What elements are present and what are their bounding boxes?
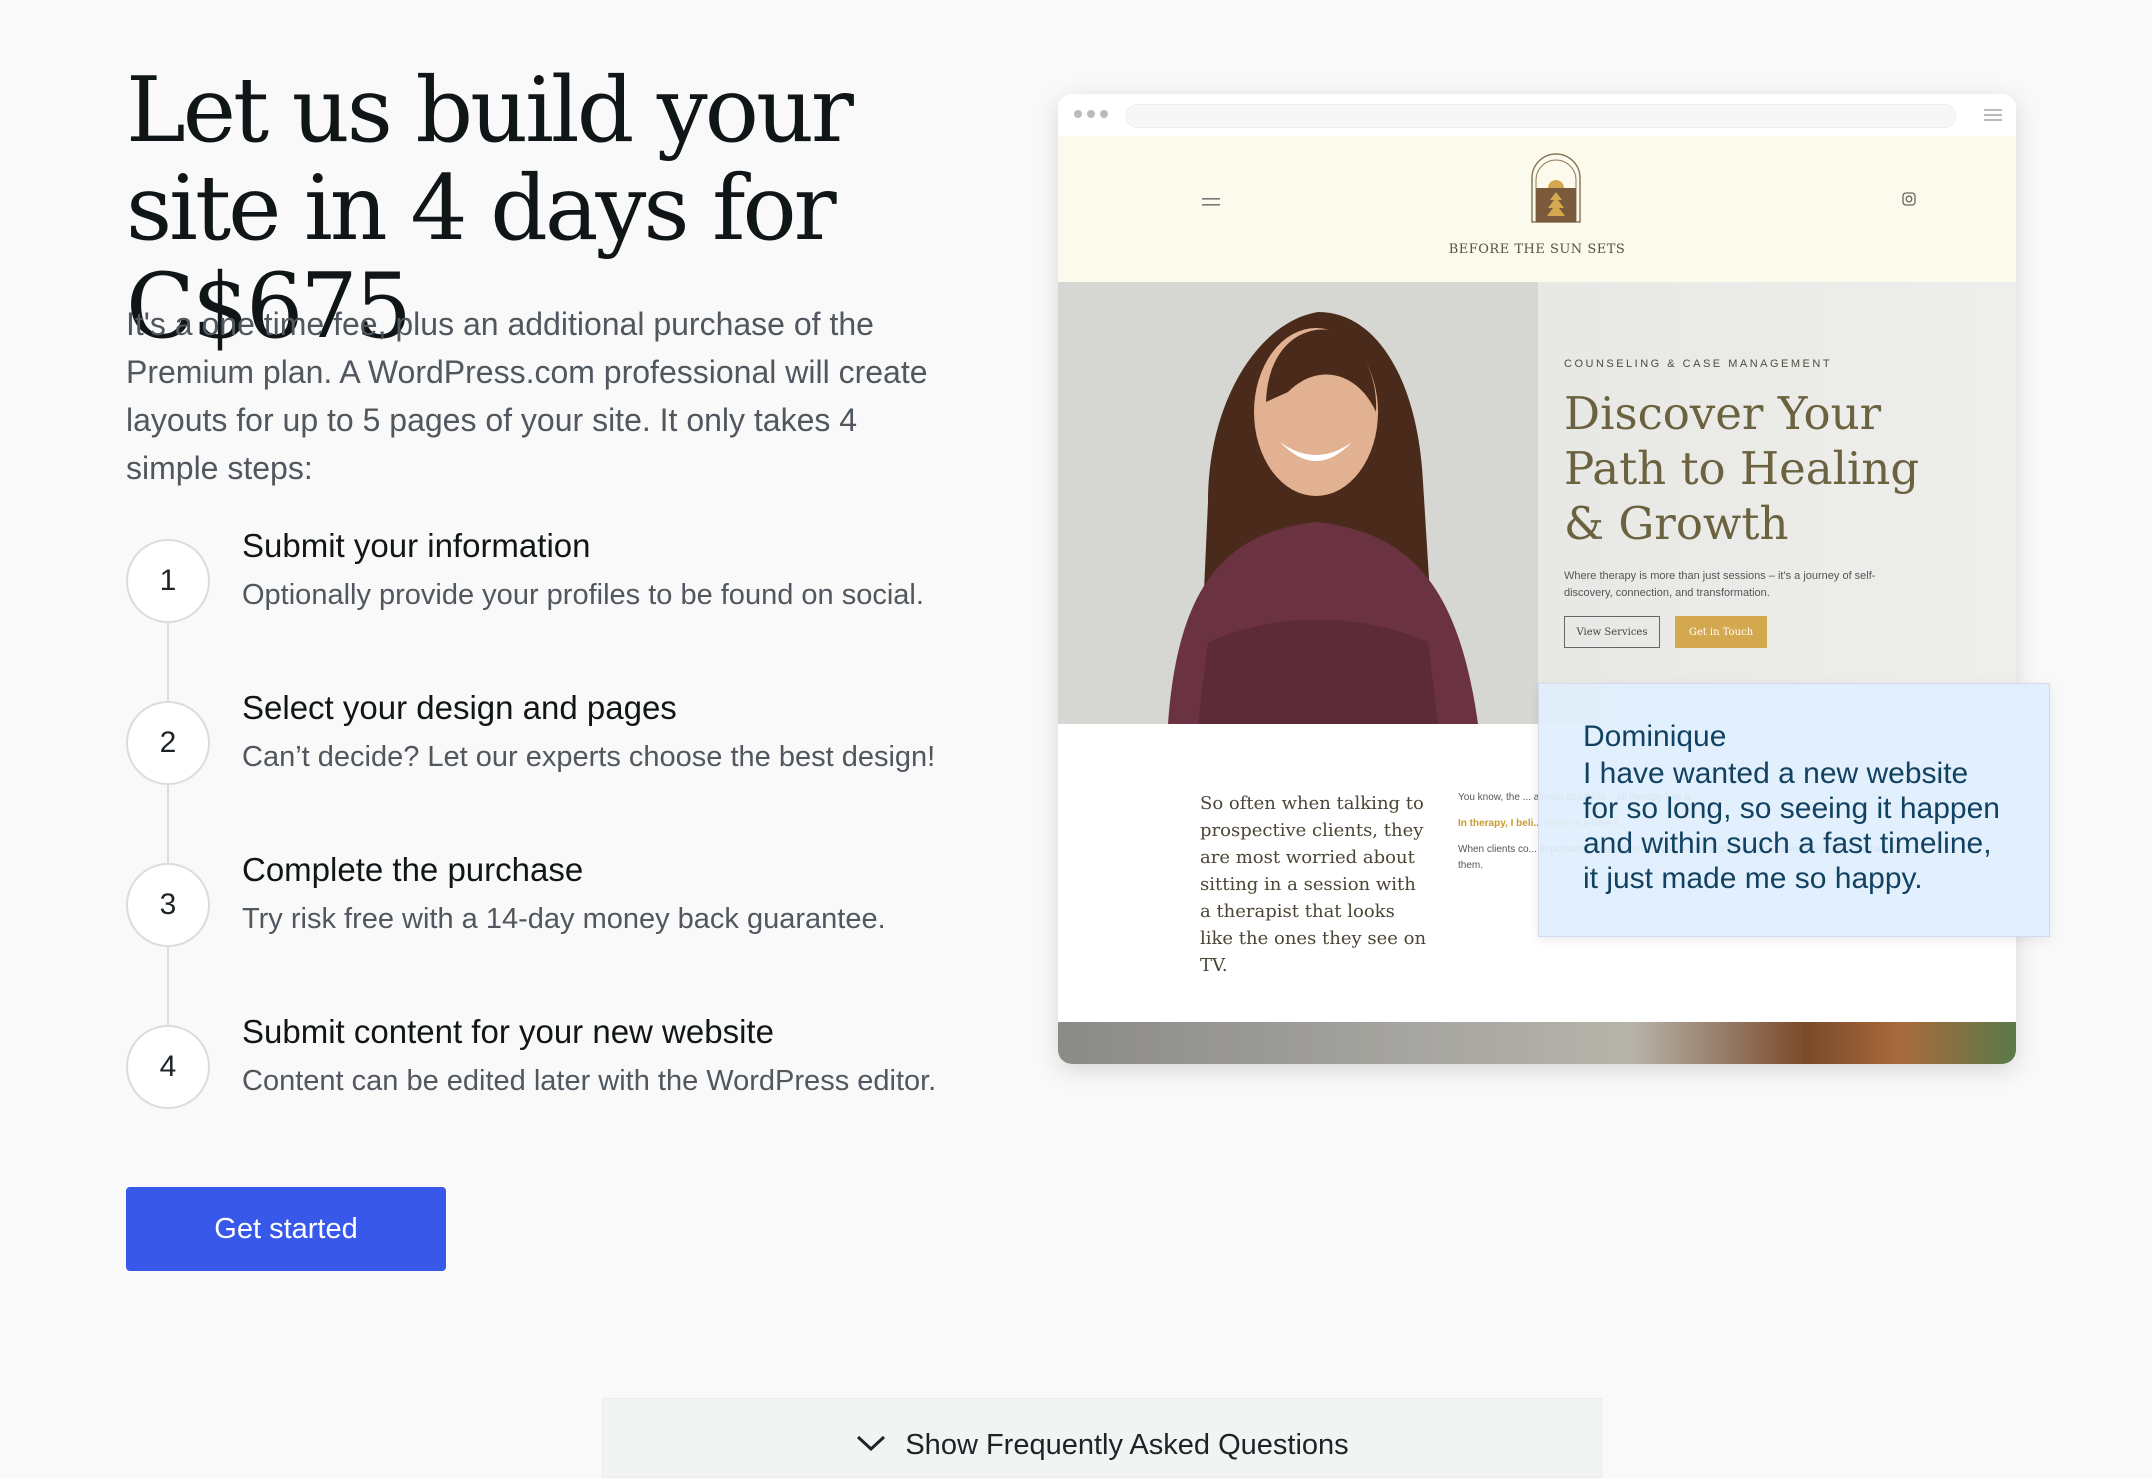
faq-toggle[interactable]: Show Frequently Asked Questions bbox=[602, 1398, 1602, 1478]
browser-url-bar bbox=[1126, 104, 1956, 128]
steps-connector-line bbox=[167, 615, 169, 1085]
step-number: 2 bbox=[126, 701, 210, 785]
chevron-down-icon bbox=[857, 1435, 886, 1452]
preview-eyebrow: COUNSELING & CASE MANAGEMENT bbox=[1564, 358, 1833, 370]
preview-site-name: BEFORE THE SUN SETS bbox=[1448, 242, 1626, 257]
testimonial-quote: I have wanted a new website for so long,… bbox=[1583, 757, 2000, 895]
step-title: Complete the purchase bbox=[242, 851, 584, 888]
preview-site-header: BEFORE THE SUN SETS bbox=[1058, 136, 2016, 282]
instagram-icon bbox=[1902, 192, 1916, 206]
preview-hero-subtitle: Where therapy is more than just sessions… bbox=[1564, 570, 1876, 599]
step-description: Optionally provide your profiles to be f… bbox=[242, 579, 924, 611]
sun-logo-icon bbox=[1531, 153, 1581, 223]
preview-body-quote: So often when talking to prospective cli… bbox=[1200, 793, 1427, 976]
faq-toggle-label: Show Frequently Asked Questions bbox=[905, 1429, 1349, 1461]
preview-view-services-button: View Services bbox=[1564, 616, 1660, 648]
step-number: 1 bbox=[126, 539, 210, 623]
preview-get-in-touch-button: Get in Touch bbox=[1675, 616, 1767, 648]
step-item: 1 Submit your information Optionally pro… bbox=[126, 527, 986, 635]
browser-menu-icon bbox=[1984, 109, 2002, 121]
browser-dots-icon bbox=[1074, 110, 1108, 118]
testimonial-card: Dominique I have wanted a new website fo… bbox=[1538, 683, 2050, 937]
intro-paragraph: It's a one time fee, plus an additional … bbox=[126, 306, 928, 486]
step-item: 4 Submit content for your new website Co… bbox=[126, 1013, 986, 1121]
testimonial-author: Dominique bbox=[1583, 720, 1727, 753]
step-item: 2 Select your design and pages Can’t dec… bbox=[126, 689, 986, 797]
woman-portrait-image bbox=[1058, 282, 1538, 724]
step-description: Can’t decide? Let our experts choose the… bbox=[242, 741, 936, 773]
step-title: Submit content for your new website bbox=[242, 1013, 774, 1050]
browser-toolbar bbox=[1058, 94, 2016, 136]
get-started-button[interactable]: Get started bbox=[126, 1187, 446, 1271]
preview-footer-image bbox=[1058, 1022, 2016, 1064]
step-item: 3 Complete the purchase Try risk free wi… bbox=[126, 851, 986, 959]
hamburger-icon bbox=[1202, 198, 1220, 206]
step-description: Content can be edited later with the Wor… bbox=[242, 1065, 937, 1097]
step-number: 3 bbox=[126, 863, 210, 947]
step-description: Try risk free with a 14-day money back g… bbox=[242, 903, 886, 935]
step-title: Submit your information bbox=[242, 527, 591, 564]
step-number: 4 bbox=[126, 1025, 210, 1109]
preview-hero: COUNSELING & CASE MANAGEMENT Discover Yo… bbox=[1058, 282, 2016, 724]
step-title: Select your design and pages bbox=[242, 689, 677, 726]
preview-hero-title: Discover Your Path to Healing & Growth bbox=[1564, 387, 1920, 550]
